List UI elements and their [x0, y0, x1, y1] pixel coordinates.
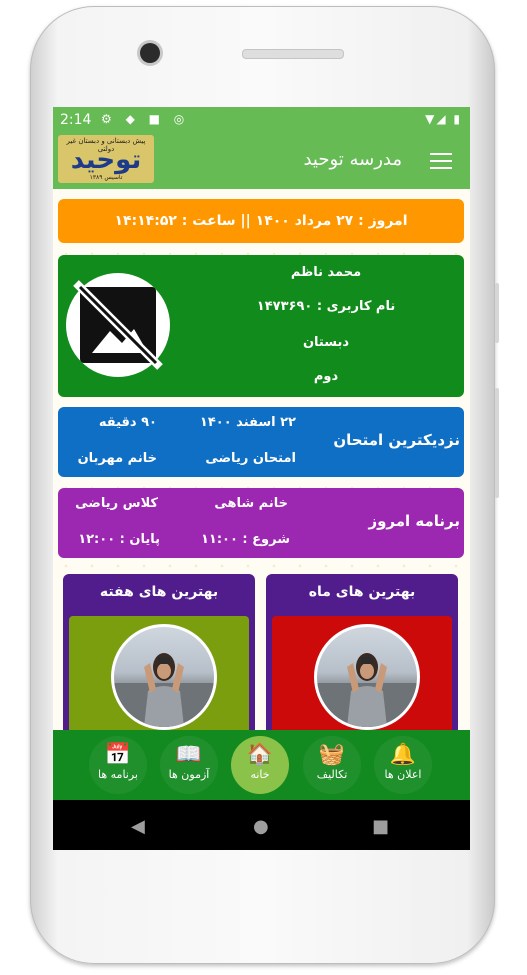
recents-icon[interactable]: ■ — [372, 816, 389, 837]
avatar — [66, 273, 170, 377]
nav-home-label: خانه — [250, 768, 270, 781]
today-plan-card[interactable]: برنامه امروز خانم شاهی کلاس ریاضی شروع :… — [58, 488, 464, 558]
logo-caption-bottom: تاسیس ۱۳۸۹ — [89, 174, 123, 181]
best-of-month-card[interactable]: بهترین های ماه — [266, 574, 458, 730]
assignments-icon: 🧺 — [318, 742, 346, 766]
app-bar: پیش دبستانی و دبستان غیر دولتی توحید تاس… — [53, 133, 470, 189]
nav-assignments-label: تکالیف — [316, 768, 348, 781]
exam-duration: ۹۰ دقیقه — [98, 415, 157, 430]
best-month-photo — [314, 624, 420, 730]
plan-end: پایان : ۱۲:۰۰ — [78, 532, 160, 547]
app-screen: 2:14 ⚙ ◆ ■ ◎ ▼◢ ▮ پیش دبستانی و دبستان غ… — [53, 107, 470, 850]
logo-wordmark: توحید — [70, 145, 142, 175]
bottom-navigation: 🔔 اعلان ها 🧺 تکالیف 🏠 خانه 📖 آزمون ها 📅 … — [53, 730, 470, 800]
back-icon[interactable]: ◀ — [131, 816, 145, 837]
nav-exams[interactable]: 📖 آزمون ها — [160, 736, 218, 794]
system-navigation-bar: ◀ ● ■ — [53, 800, 470, 850]
front-camera — [140, 43, 160, 63]
exam-subject: امتحان ریاضی — [205, 451, 296, 466]
status-bar: 2:14 ⚙ ◆ ■ ◎ ▼◢ ▮ — [53, 107, 470, 133]
best-week-title: بهترین های هفته — [99, 584, 219, 600]
exam-teacher: خانم مهربان — [77, 451, 157, 466]
best-week-panel — [69, 616, 249, 730]
best-of-week-card[interactable]: بهترین های هفته — [63, 574, 255, 730]
student-name: محمد ناظم — [290, 265, 362, 280]
best-month-title: بهترین های ماه — [308, 584, 416, 600]
student-username: نام کاربری : ۱۴۷۳۶۹۰ — [256, 299, 396, 314]
student-photo-image — [317, 653, 417, 727]
notification-icons: ⚙ ◆ ■ ◎ — [101, 112, 190, 126]
power-button — [495, 283, 499, 343]
signal-battery-icons: ▼◢ ▮ — [425, 112, 462, 126]
plan-start: شروع : ۱۱:۰۰ — [200, 532, 290, 547]
plan-card-title: برنامه امروز — [368, 512, 460, 530]
best-week-photo — [111, 624, 217, 730]
best-month-panel — [272, 616, 452, 730]
date-time-bar: امروز : ۲۷ مرداد ۱۴۰۰ || ساعت : ۱۴:۱۴:۵۲ — [58, 199, 464, 243]
student-photo-image — [114, 653, 214, 727]
calendar-icon: 📅 — [104, 742, 132, 766]
plan-class: کلاس ریاضی — [75, 496, 158, 511]
volume-button — [495, 388, 499, 498]
nearest-exam-card[interactable]: نزدیکترین امتحان ۲۲ اسفند ۱۴۰۰ ۹۰ دقیقه … — [58, 407, 464, 477]
main-content[interactable]: امروز : ۲۷ مرداد ۱۴۰۰ || ساعت : ۱۴:۱۴:۵۲… — [53, 189, 470, 730]
exam-date: ۲۲ اسفند ۱۴۰۰ — [199, 415, 296, 430]
nav-assignments[interactable]: 🧺 تکالیف — [303, 736, 361, 794]
plan-teacher: خانم شاهی — [214, 496, 288, 511]
hamburger-menu-icon[interactable] — [430, 153, 452, 169]
nav-announcements[interactable]: 🔔 اعلان ها — [374, 736, 432, 794]
nav-programs[interactable]: 📅 برنامه ها — [89, 736, 147, 794]
bell-icon: 🔔 — [389, 742, 417, 766]
nav-exams-label: آزمون ها — [168, 768, 210, 781]
school-logo: پیش دبستانی و دبستان غیر دولتی توحید تاس… — [58, 135, 154, 183]
nav-programs-label: برنامه ها — [98, 768, 138, 781]
nav-home[interactable]: 🏠 خانه — [231, 736, 289, 794]
home-icon: 🏠 — [246, 742, 274, 766]
earpiece-speaker — [242, 49, 344, 59]
app-title: مدرسه توحید — [303, 149, 402, 170]
quiz-book-icon: 📖 — [175, 742, 203, 766]
exam-card-title: نزدیکترین امتحان — [333, 431, 460, 449]
nav-announcements-label: اعلان ها — [384, 768, 422, 781]
profile-card[interactable]: محمد ناظم نام کاربری : ۱۴۷۳۶۹۰ دبستان دو… — [58, 255, 464, 397]
home-circle-icon[interactable]: ● — [253, 816, 269, 837]
student-grade: دوم — [313, 369, 339, 384]
status-time: 2:14 — [60, 112, 92, 128]
broken-image-icon — [73, 280, 163, 370]
student-school: دبستان — [302, 335, 350, 350]
